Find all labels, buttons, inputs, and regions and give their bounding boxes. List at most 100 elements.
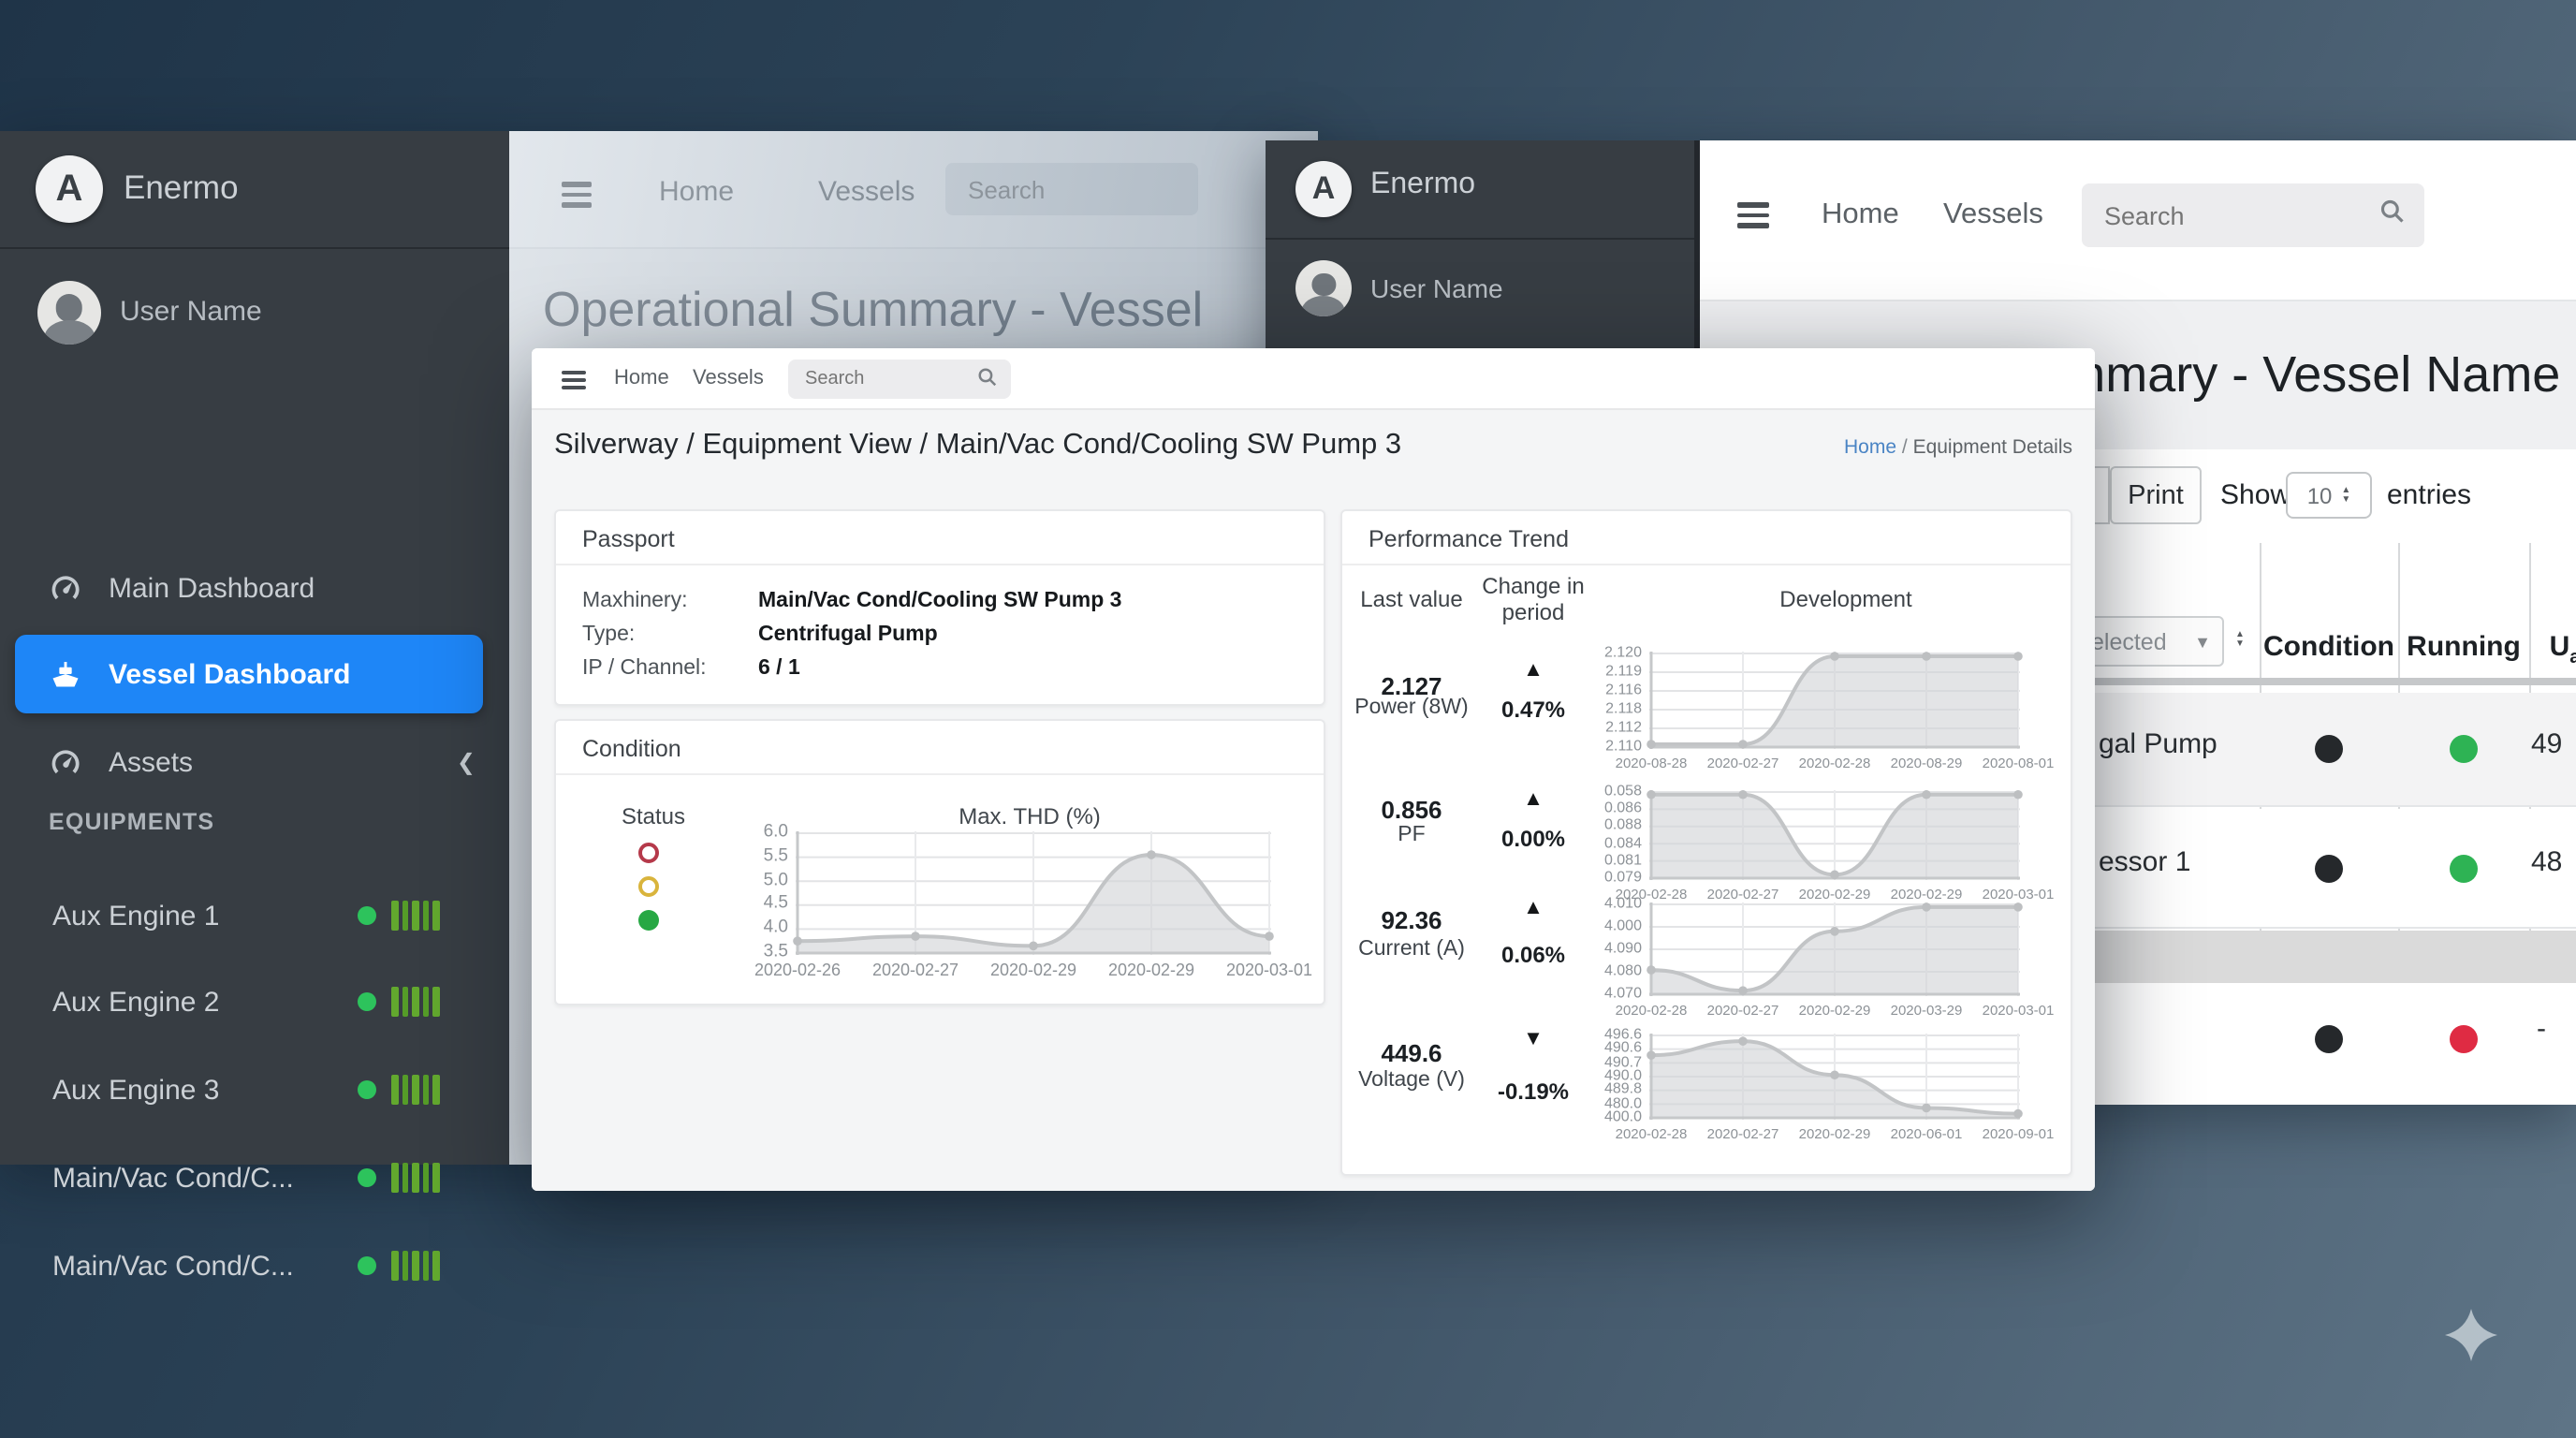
sidebar-item-main-dashboard[interactable]: Main Dashboard <box>0 550 509 625</box>
nav-home[interactable]: Home <box>614 367 669 389</box>
y-tick-label: 2.118 <box>1605 701 1642 716</box>
column-header-development: Development <box>1779 586 1911 612</box>
sidebar-brand-row: A Enermo <box>1266 140 1694 240</box>
search-field[interactable] <box>2100 199 2379 231</box>
equipments-section-label: EQUIPMENTS <box>49 809 214 835</box>
chart-y-axis: 496.6490.6490.7490.0489.8480.0400.0 <box>1586 1034 1642 1120</box>
u-value: 48 <box>2531 846 2562 878</box>
sidebar-item-equipment[interactable]: Aux Engine 1 <box>0 873 509 959</box>
search-icon[interactable] <box>977 362 998 396</box>
pf-trend-chart: 0.0580.0860.0880.0840.0810.079 2020-02-2… <box>1649 790 2020 880</box>
breadcrumb-separator: / <box>1902 436 1908 459</box>
page-size-select[interactable]: 10 ▲▼ <box>2286 472 2372 519</box>
sort-icon[interactable]: ▲▼ <box>2235 631 2245 650</box>
select-arrows-icon: ▲▼ <box>2341 486 2350 505</box>
chevron-left-icon[interactable]: ❮ <box>457 749 476 775</box>
x-tick-label: 2020-03-29 <box>1891 1002 1963 1019</box>
nav-vessels[interactable]: Vessels <box>818 176 915 208</box>
status-dot-icon <box>358 1256 376 1275</box>
enermo-logo-icon: A <box>1295 161 1352 217</box>
search-input[interactable] <box>2082 183 2424 247</box>
nav-vessels[interactable]: Vessels <box>693 367 764 389</box>
condition-card: Condition Status Max. THD (%) 6.05.55.04… <box>554 719 1325 1005</box>
nav-home[interactable]: Home <box>1822 198 1899 232</box>
last-value: 92.36 <box>1381 906 1442 934</box>
change-percent: 0.00% <box>1501 826 1565 852</box>
sidebar-brand-row: A Enermo <box>0 131 509 249</box>
print-button[interactable]: Print <box>2110 466 2202 524</box>
status-circle-green-icon <box>638 910 659 931</box>
desktop-background: A Enermo User Name Main Dashboard Vessel… <box>0 0 2576 1438</box>
passport-label: Maxhinery: <box>582 590 688 612</box>
y-tick-label: 4.070 <box>1604 986 1642 1001</box>
chart-y-axis: 6.05.55.04.54.03.5 <box>732 831 788 955</box>
level-bars-icon <box>391 1163 439 1193</box>
x-tick-label: 2020-02-26 <box>754 961 841 979</box>
x-tick-label: 2020-02-29 <box>990 961 1076 979</box>
breadcrumb: Home / Equipment Details <box>1844 436 2072 459</box>
chart-plot <box>1649 790 2020 880</box>
chart-x-axis: 2020-02-282020-02-272020-02-292020-02-29… <box>1649 886 2020 904</box>
menu-icon[interactable] <box>562 182 592 213</box>
last-value: 0.856 <box>1381 796 1442 824</box>
breadcrumb-home-link[interactable]: Home <box>1844 436 1896 459</box>
card-title: Passport <box>582 526 675 552</box>
level-bars-icon <box>391 901 439 931</box>
column-header-running[interactable]: Running <box>2407 631 2521 663</box>
sidebar-user-row[interactable]: User Name <box>1266 240 1694 352</box>
trend-up-icon: ▲ <box>1523 897 1544 919</box>
level-bars-icon <box>391 1251 439 1281</box>
search-field[interactable] <box>964 173 1179 205</box>
sidebar-item-vessel-dashboard[interactable]: Vessel Dashboard <box>15 635 483 713</box>
sidebar-item-assets[interactable]: Assets ❮ <box>0 725 509 800</box>
y-tick-label: 6.0 <box>764 824 788 842</box>
x-tick-label: 2020-02-28 <box>1799 755 1871 771</box>
passport-value: 6 / 1 <box>758 657 800 680</box>
gauge-icon <box>49 571 82 605</box>
nav-vessels[interactable]: Vessels <box>1943 198 2043 232</box>
change-percent: 0.06% <box>1501 942 1565 968</box>
y-tick-label: 4.000 <box>1604 918 1642 933</box>
change-percent: 0.47% <box>1501 697 1565 723</box>
level-bars-icon <box>391 987 439 1017</box>
metric-label: Voltage (V) <box>1358 1069 1465 1092</box>
status-dot-icon <box>358 1168 376 1187</box>
menu-icon[interactable] <box>1737 202 1769 233</box>
sidebar-item-equipment[interactable]: Aux Engine 3 <box>0 1047 509 1133</box>
app-name: Enermo <box>124 169 239 208</box>
sidebar-item-label: Main Dashboard <box>109 572 315 604</box>
menu-icon[interactable] <box>562 371 586 395</box>
trend-down-icon: ▼ <box>1523 1028 1544 1050</box>
change-percent: -0.19% <box>1498 1078 1569 1105</box>
sidebar-item-equipment[interactable]: Main/Vac Cond/C... <box>0 1135 509 1221</box>
chart-x-axis: 2020-02-262020-02-272020-02-292020-02-29… <box>796 961 1271 979</box>
running-dot-red <box>2450 1025 2478 1053</box>
equipment-label: Main/Vac Cond/C... <box>52 1162 294 1194</box>
sidebar-user-row[interactable]: User Name <box>0 249 509 380</box>
search-input[interactable] <box>945 163 1198 215</box>
metric-label: Current (A) <box>1358 938 1465 961</box>
sidebar-item-label: Vessel Dashboard <box>109 658 350 690</box>
column-header-u[interactable]: Ua <box>2550 631 2576 668</box>
y-tick-label: 4.010 <box>1604 896 1642 911</box>
sidebar-item-equipment[interactable]: Aux Engine 2 <box>0 959 509 1045</box>
search-icon[interactable] <box>2379 198 2406 233</box>
x-tick-label: 2020-02-29 <box>1799 1002 1871 1019</box>
y-tick-label: 2.110 <box>1605 739 1642 754</box>
sidebar-item-equipment[interactable]: Main/Vac Cond/C... <box>0 1223 509 1309</box>
equipment-label: Aux Engine 3 <box>52 1074 219 1106</box>
column-header-condition[interactable]: Condition <box>2263 631 2394 663</box>
user-avatar <box>37 281 101 345</box>
trend-up-icon: ▲ <box>1523 659 1544 682</box>
y-tick-label: 4.0 <box>764 919 788 937</box>
x-tick-label: 2020-06-01 <box>1891 1125 1963 1142</box>
user-name: User Name <box>120 296 262 328</box>
filter-dropdown[interactable]: elected ▼ <box>2074 616 2224 667</box>
top-nav: Home Vessels <box>532 348 2095 410</box>
nav-home[interactable]: Home <box>659 176 734 208</box>
x-tick-label: 2020-03-01 <box>1983 1002 2055 1019</box>
search-field[interactable] <box>801 367 977 391</box>
x-tick-label: 2020-02-27 <box>1707 755 1779 771</box>
passport-label: Type: <box>582 624 635 646</box>
search-input[interactable] <box>788 360 1011 399</box>
